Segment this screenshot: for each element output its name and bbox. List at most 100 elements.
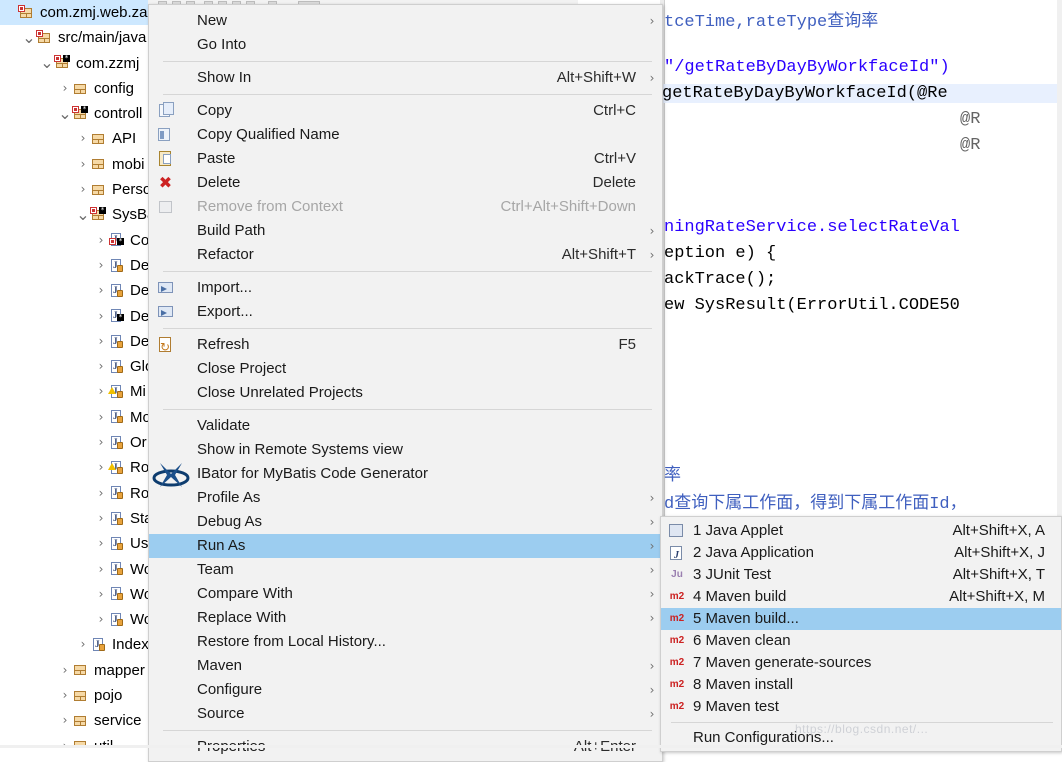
chevron-right-icon[interactable]: › (58, 76, 72, 101)
submenu-arrow-icon: › (642, 486, 662, 510)
menu-icon-placeholder (149, 510, 183, 534)
context-menu-item[interactable]: ✖DeleteDelete (149, 171, 662, 195)
chevron-right-icon[interactable]: › (94, 531, 108, 556)
context-menu-item[interactable]: Team› (149, 558, 662, 582)
chevron-right-icon[interactable]: › (94, 228, 108, 253)
submenu-item-label: 7 Maven generate-sources (693, 652, 1045, 674)
tree-item-label: mapper (94, 658, 145, 683)
java-application-icon (661, 542, 693, 564)
copy-qualified-icon (149, 123, 183, 147)
java-file-icon (108, 612, 125, 628)
run-as-submenu[interactable]: 1 Java AppletAlt+Shift+X, A2 Java Applic… (660, 516, 1062, 752)
context-menu-item-label: Show In (183, 66, 557, 90)
chevron-right-icon[interactable]: › (58, 708, 72, 733)
submenu-item[interactable]: 2 Java ApplicationAlt+Shift+X, J (661, 542, 1061, 564)
chevron-down-icon[interactable]: ⌄ (40, 57, 54, 69)
context-menu-item[interactable]: Debug As› (149, 510, 662, 534)
context-menu-item[interactable]: PasteCtrl+V (149, 147, 662, 171)
context-menu-item[interactable]: Replace With› (149, 606, 662, 630)
chevron-right-icon[interactable]: › (76, 632, 90, 657)
submenu-item[interactable]: m27 Maven generate-sources (661, 652, 1061, 674)
submenu-item[interactable]: m25 Maven build... (661, 608, 1061, 630)
chevron-right-icon[interactable]: › (94, 582, 108, 607)
submenu-item[interactable]: m26 Maven clean (661, 630, 1061, 652)
tree-item-label: De (130, 253, 149, 278)
chevron-down-icon[interactable]: ⌄ (76, 209, 90, 221)
chevron-right-icon[interactable]: › (94, 506, 108, 531)
context-menu-item[interactable]: Maven› (149, 654, 662, 678)
submenu-item[interactable]: Ju3 JUnit TestAlt+Shift+X, T (661, 564, 1061, 586)
java-file-icon (108, 283, 125, 299)
chevron-right-icon[interactable]: › (94, 557, 108, 582)
chevron-right-icon[interactable]: › (94, 607, 108, 632)
context-menu-item[interactable]: Build Path› (149, 219, 662, 243)
junit-icon: Ju (661, 564, 693, 586)
chevron-right-icon[interactable]: › (94, 405, 108, 430)
context-menu-item-label: Restore from Local History... (183, 630, 636, 654)
watermark: https://blog.csdn.net/... (795, 722, 1045, 738)
chevron-right-icon[interactable]: › (58, 683, 72, 708)
package-icon: * (90, 207, 107, 223)
chevron-right-icon[interactable]: › (94, 430, 108, 455)
submenu-arrow-icon: › (642, 606, 662, 630)
submenu-item-label: 5 Maven build... (693, 608, 1045, 630)
submenu-item[interactable]: m29 Maven test (661, 696, 1061, 718)
menu-icon-placeholder (149, 486, 183, 510)
context-menu-item-label: Close Unrelated Projects (183, 381, 636, 405)
context-menu-item[interactable]: Restore from Local History... (149, 630, 662, 654)
context-menu-item[interactable]: IBator for MyBatis Code Generator (149, 462, 662, 486)
java-file-icon (108, 409, 125, 425)
chevron-right-icon[interactable]: › (94, 253, 108, 278)
context-menu-item[interactable]: Source› (149, 702, 662, 726)
context-menu-item[interactable]: CopyCtrl+C (149, 99, 662, 123)
context-menu-item[interactable]: Profile As› (149, 486, 662, 510)
context-menu-item[interactable]: RefreshF5 (149, 333, 662, 357)
package-icon (18, 5, 35, 21)
chevron-right-icon[interactable]: › (94, 329, 108, 354)
chevron-right-icon[interactable]: › (58, 658, 72, 683)
context-menu-item-label: Maven (183, 654, 636, 678)
tree-item-label: Co (130, 228, 149, 253)
context-menu-item[interactable]: Copy Qualified Name (149, 123, 662, 147)
package-icon (90, 182, 107, 198)
chevron-right-icon[interactable]: › (94, 455, 108, 480)
chevron-right-icon[interactable]: › (76, 126, 90, 151)
context-menu-item[interactable]: Close Unrelated Projects (149, 381, 662, 405)
package-icon (90, 156, 107, 172)
m2-icon: m2 (661, 674, 693, 696)
context-menu[interactable]: New›Go Into Show InAlt+Shift+W› CopyCtrl+C… (148, 4, 663, 762)
context-menu-item[interactable]: Show in Remote Systems view (149, 438, 662, 462)
chevron-right-icon[interactable]: › (94, 481, 108, 506)
chevron-down-icon[interactable]: ⌄ (22, 32, 36, 44)
context-menu-item[interactable]: Compare With› (149, 582, 662, 606)
context-menu-item[interactable]: Go Into (149, 33, 662, 57)
chevron-right-icon[interactable]: › (94, 304, 108, 329)
context-menu-item[interactable]: Import... (149, 276, 662, 300)
context-menu-item-label: Refresh (183, 333, 618, 357)
context-menu-item[interactable]: New› (149, 9, 662, 33)
context-menu-item[interactable]: Validate (149, 414, 662, 438)
chevron-right-icon[interactable]: › (94, 354, 108, 379)
submenu-item[interactable]: m28 Maven install (661, 674, 1061, 696)
chevron-right-icon[interactable]: › (76, 177, 90, 202)
chevron-right-icon[interactable]: › (76, 152, 90, 177)
context-menu-item-label: Go Into (183, 33, 636, 57)
submenu-item[interactable]: m24 Maven buildAlt+Shift+X, M (661, 586, 1061, 608)
submenu-item[interactable]: 1 Java AppletAlt+Shift+X, A (661, 520, 1061, 542)
source-folder-icon (36, 30, 53, 46)
java-file-icon: * (108, 308, 125, 324)
tree-item-label: service (94, 708, 142, 733)
context-menu-item[interactable]: Show InAlt+Shift+W› (149, 66, 662, 90)
submenu-arrow-icon: › (642, 534, 662, 558)
chevron-down-icon[interactable]: ⌄ (58, 108, 72, 120)
context-menu-item[interactable]: Close Project (149, 357, 662, 381)
code-line: @R (960, 110, 980, 129)
context-menu-item[interactable]: Export... (149, 300, 662, 324)
chevron-right-icon[interactable]: › (94, 278, 108, 303)
context-menu-item[interactable]: Configure› (149, 678, 662, 702)
context-menu-item[interactable]: RefactorAlt+Shift+T› (149, 243, 662, 267)
context-menu-item[interactable]: Run As› (149, 534, 662, 558)
chevron-right-icon[interactable]: › (94, 379, 108, 404)
context-menu-item-label: Run As (183, 534, 636, 558)
context-menu-item-shortcut: F5 (618, 333, 642, 357)
